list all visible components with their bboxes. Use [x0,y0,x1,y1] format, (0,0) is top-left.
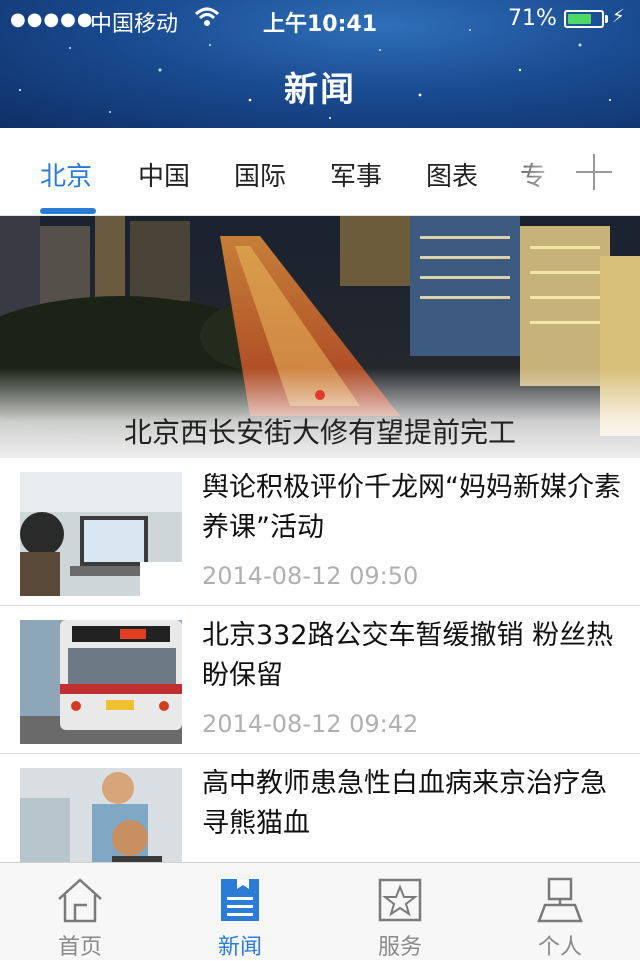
tab-china[interactable]: 中国 [138,156,190,193]
news-date: 2014-08-12 09:50 [202,562,419,590]
nav-news-label: 新闻 [217,935,262,960]
home-icon [58,878,102,923]
nav-service[interactable]: 服务 [320,863,480,961]
charging-icon: ⚡ [612,6,625,27]
news-title: 高中教师患急性白血病来京治疗急寻熊猫血 [202,768,607,839]
nav-home-label: 首页 [57,935,102,960]
bottom-tab-bar: 首页 新闻 服务 个人 [0,862,640,960]
news-date: 2014-08-12 09:42 [202,710,419,738]
category-tabs: 北京 中国 国际 军事 图表 专 [0,128,640,216]
news-thumbnail [20,472,182,596]
hero-title: 北京西长安街大修有望提前完工 [123,416,516,449]
news-icon [221,879,259,921]
news-title: 舆论积极评价千龙网“妈妈新媒介素养课”活动 [202,472,621,543]
nav-service-label: 服务 [377,935,422,960]
carousel-indicator [315,390,325,400]
nav-home[interactable]: 首页 [0,863,160,961]
page-title: 新闻 [284,70,356,110]
battery-percent: 71% [508,6,557,31]
nav-profile[interactable]: 个人 [480,863,640,961]
battery-cap [605,15,608,23]
news-thumbnail [20,620,182,744]
tab-international[interactable]: 国际 [234,156,286,193]
star-icon [378,878,422,922]
nav-profile-label: 个人 [537,935,582,960]
news-item[interactable]: 舆论积极评价千龙网“妈妈新媒介素养课”活动 2014-08-12 09:50 [0,458,640,606]
tab-charts[interactable]: 图表 [426,156,478,193]
news-item[interactable]: 北京332路公交车暂缓撤销 粉丝热盼保留 2014-08-12 09:42 [0,606,640,754]
battery-icon [564,10,604,28]
add-category-icon[interactable] [572,150,616,194]
tab-beijing[interactable]: 北京 [40,156,92,193]
hero-banner[interactable]: 北京西长安街大修有望提前完工 [0,216,640,458]
app-header: ●●●●● 中国移动 上午10:41 71% ⚡ 新闻 [0,0,640,128]
nav-news[interactable]: 新闻 [160,863,320,961]
tab-special[interactable]: 专 [520,156,546,193]
tab-military[interactable]: 军事 [330,156,382,193]
user-icon [537,877,583,923]
news-title: 北京332路公交车暂缓撤销 粉丝热盼保留 [202,620,614,691]
active-tab-indicator [40,208,96,214]
status-bar: ●●●●● 中国移动 上午10:41 71% ⚡ [0,0,640,40]
